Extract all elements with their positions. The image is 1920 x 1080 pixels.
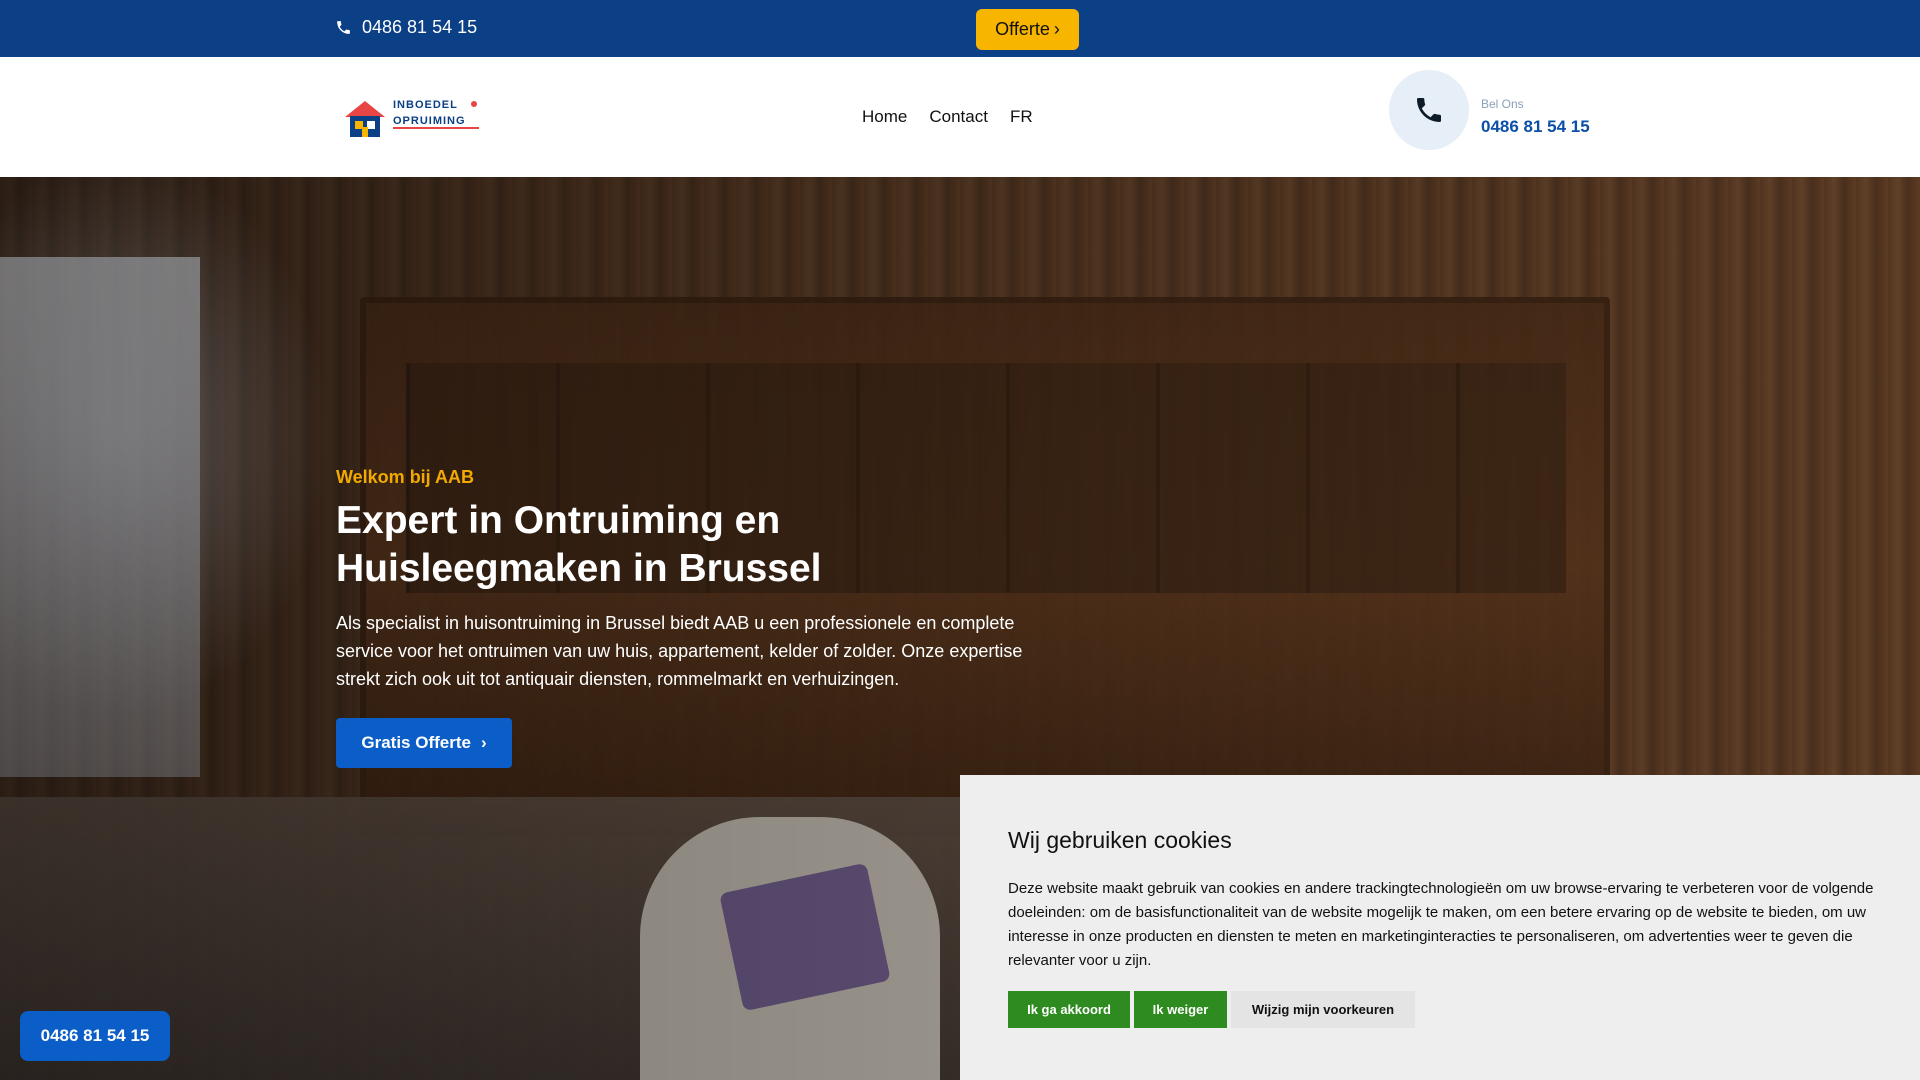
logo-line-1: INBOEDEL [393,99,458,111]
hero-description: Als specialist in huisontruiming in Brus… [336,613,1023,689]
floating-phone-button[interactable]: 0486 81 54 15 [20,1011,170,1061]
logo-underline [393,127,479,129]
gratis-offerte-button[interactable]: Gratis Offerte › [336,718,512,768]
house-logo-icon [345,101,385,137]
nav-item-contact[interactable]: Contact [929,107,988,127]
offerte-button[interactable]: Offerte › [976,9,1079,50]
cookie-accept-button[interactable]: Ik ga akkoord [1008,991,1130,1028]
site-logo[interactable]: INBOEDEL OPRUIMING [343,97,483,139]
site-header: INBOEDEL OPRUIMING Home Contact FR Bel O… [0,57,1920,177]
cookie-preferences-button[interactable]: Wijzig mijn voorkeuren [1231,991,1415,1028]
cookie-title: Wij gebruiken cookies [1008,827,1232,853]
offerte-button-label: Offerte [995,19,1050,39]
call-number-link[interactable]: 0486 81 54 15 [1481,117,1590,137]
cookie-decline-button[interactable]: Ik weiger [1134,991,1227,1028]
nav-item-fr[interactable]: FR [1010,107,1033,127]
call-icon-circle[interactable] [1389,70,1469,150]
logo-text: INBOEDEL OPRUIMING [393,97,466,129]
cookie-text: Deze website maakt gebruik van cookies e… [1008,880,1874,969]
cookie-banner: Wij gebruiken cookies Deze website maakt… [960,775,1920,1080]
nav-item-home[interactable]: Home [862,107,907,127]
topbar-phone-number: 0486 81 54 15 [362,17,478,37]
hero-title: Expert in Ontruiming en Huisleegmaken in… [336,499,822,590]
phone-icon [1417,98,1441,122]
chevron-right-icon: › [480,733,487,752]
topbar-phone-link[interactable]: 0486 81 54 15 [335,17,477,38]
phone-icon [337,21,350,34]
cookie-actions: Ik ga akkoord Ik weiger Wijzig mijn voor… [1008,991,1415,1028]
main-nav: Home Contact FR [862,107,1033,127]
logo-dot [471,101,477,107]
call-label: Bel Ons [1481,97,1524,111]
hero-welcome: Welkom bij AAB [336,467,475,487]
chevron-right-icon: › [1053,19,1060,39]
gratis-offerte-label: Gratis Offerte [361,733,471,752]
top-bar: 0486 81 54 15 Offerte › [0,0,1920,57]
